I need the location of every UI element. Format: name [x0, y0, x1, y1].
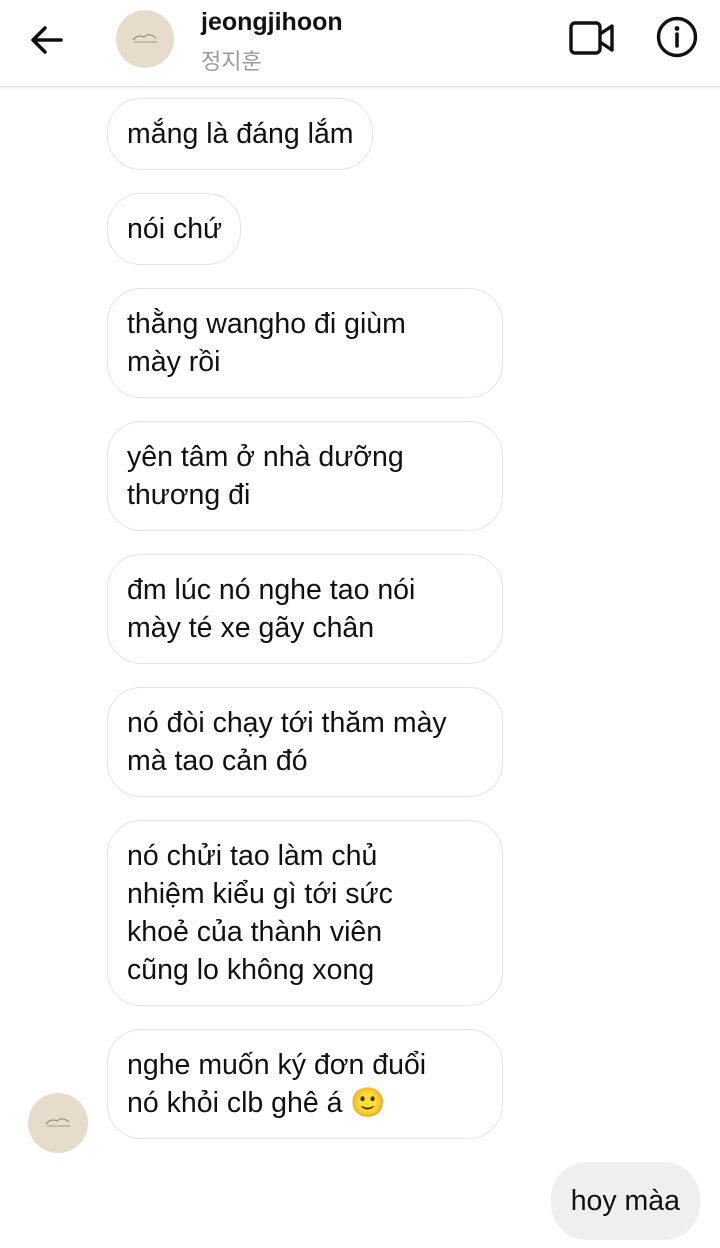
- received-message[interactable]: nói chứ: [107, 193, 242, 265]
- contact-username[interactable]: jeongjihoon: [201, 8, 343, 37]
- avatar-illustration: [45, 1118, 70, 1127]
- received-message[interactable]: thằng wangho đi giùm mày rồi: [107, 288, 503, 398]
- received-message[interactable]: nghe muốn ký đơn đuổi nó khỏi clb ghê á …: [107, 1029, 503, 1139]
- avatar-illustration: [132, 34, 157, 43]
- chat-header: jeongjihoon 정지훈: [0, 0, 720, 87]
- received-message[interactable]: nó đòi chạy tới thăm mày mà tao cản đó: [107, 687, 503, 797]
- arrow-left-icon: [31, 26, 63, 54]
- received-message[interactable]: mắng là đáng lắm: [107, 98, 373, 170]
- video-call-button[interactable]: [566, 14, 618, 62]
- info-button[interactable]: [652, 12, 702, 62]
- contact-avatar[interactable]: [116, 10, 174, 68]
- video-camera-icon: [569, 21, 614, 55]
- back-button[interactable]: [22, 18, 70, 62]
- info-icon: [656, 16, 698, 58]
- sent-message[interactable]: hoy màa: [550, 1162, 700, 1240]
- contact-fullname: 정지훈: [201, 50, 262, 75]
- sender-avatar[interactable]: [28, 1093, 88, 1153]
- received-message[interactable]: đm lúc nó nghe tao nói mày té xe gãy châ…: [107, 554, 503, 664]
- received-message[interactable]: yên tâm ở nhà dưỡng thương đi: [107, 421, 503, 531]
- received-message[interactable]: nó chửi tao làm chủ nhiệm kiểu gì tới sứ…: [107, 820, 503, 1006]
